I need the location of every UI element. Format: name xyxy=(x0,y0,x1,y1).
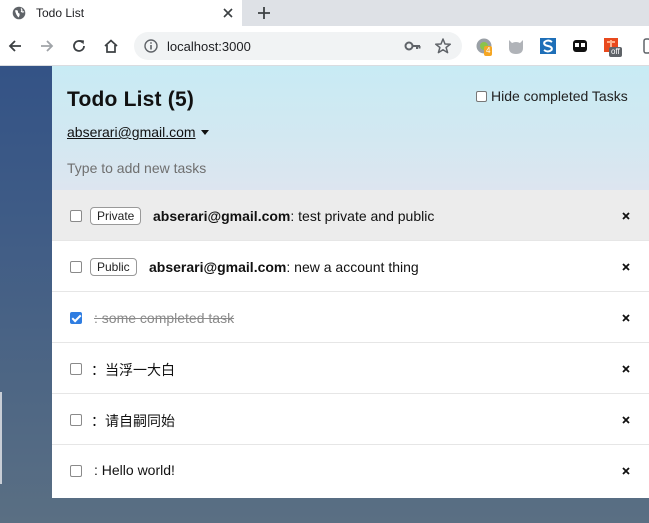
new-tab-button[interactable] xyxy=(254,3,274,23)
browser-toolbar: localhost:3000 4 off xyxy=(0,26,649,66)
todo-app: Todo List (5) Hide completed Tasks abser… xyxy=(52,66,649,498)
task-checkbox[interactable] xyxy=(70,414,82,426)
extension-badge: off xyxy=(609,47,622,57)
close-icon xyxy=(622,314,630,322)
task-text: ：当浮一大白 xyxy=(91,360,175,380)
task-owner: abserari@gmail.com xyxy=(153,208,291,224)
url-text[interactable]: localhost:3000 xyxy=(167,39,251,54)
arrow-left-icon xyxy=(8,40,21,52)
task-separator: ： xyxy=(91,413,105,429)
page-title: Todo List (5) xyxy=(67,88,195,111)
task-text: ：请自嗣同始 xyxy=(91,411,175,431)
task-separator: ： xyxy=(91,362,105,378)
hide-completed-label: Hide completed Tasks xyxy=(491,88,628,104)
task-row: ：当浮一大白 xyxy=(52,343,649,394)
task-checkbox[interactable] xyxy=(70,312,82,324)
task-separator: : xyxy=(286,259,295,275)
task-checkbox[interactable] xyxy=(70,465,82,477)
extension-cat-icon[interactable] xyxy=(506,36,526,56)
window-edge xyxy=(0,392,2,484)
account-email[interactable]: abserari@gmail.com xyxy=(67,124,196,140)
close-icon xyxy=(622,467,630,475)
task-label: new a account thing xyxy=(294,259,419,275)
tab-title: Todo List xyxy=(36,6,85,20)
star-icon[interactable] xyxy=(434,37,452,55)
close-icon xyxy=(622,263,630,271)
task-separator: : xyxy=(94,462,102,478)
hide-completed-toggle[interactable]: Hide completed Tasks xyxy=(476,88,628,104)
task-row: : Hello world! xyxy=(52,445,649,496)
account-dropdown[interactable]: abserari@gmail.com xyxy=(67,124,209,140)
task-row: : some completed task xyxy=(52,292,649,343)
task-owner: abserari@gmail.com xyxy=(149,259,287,275)
hide-completed-checkbox[interactable] xyxy=(476,90,487,102)
close-icon xyxy=(622,416,630,424)
task-label: test private and public xyxy=(298,208,435,224)
task-text: abserari@gmail.com: test private and pub… xyxy=(153,208,434,224)
task-label: some completed task xyxy=(101,310,235,326)
task-text: abserari@gmail.com: new a account thing xyxy=(149,259,419,275)
delete-task-button[interactable] xyxy=(620,210,632,222)
new-task-input[interactable]: Type to add new tasks xyxy=(67,160,206,176)
delete-task-button[interactable] xyxy=(620,414,632,426)
task-row: Public abserari@gmail.com: new a account… xyxy=(52,241,649,292)
task-checkbox[interactable] xyxy=(70,261,82,273)
extension-partial-icon[interactable] xyxy=(638,36,649,56)
reload-icon xyxy=(73,40,85,52)
extension-badge: 4 xyxy=(484,46,493,56)
task-separator: : xyxy=(94,310,102,326)
task-checkbox[interactable] xyxy=(70,363,82,375)
app-header: Todo List (5) Hide completed Tasks abser… xyxy=(52,66,649,190)
task-row: Private abserari@gmail.com: test private… xyxy=(52,190,649,241)
task-checkbox[interactable] xyxy=(70,210,82,222)
task-label: 当浮一大白 xyxy=(105,362,175,378)
task-label: 请自嗣同始 xyxy=(105,413,175,429)
browser-tab-strip: Todo List xyxy=(0,0,649,26)
home-icon xyxy=(104,39,118,53)
task-text: : some completed task xyxy=(94,310,234,326)
home-button[interactable] xyxy=(100,35,122,57)
task-text: : Hello world! xyxy=(94,462,175,478)
extension-s-icon[interactable] xyxy=(538,36,558,56)
reload-button[interactable] xyxy=(68,35,90,57)
back-button[interactable] xyxy=(4,35,26,57)
task-list: Private abserari@gmail.com: test private… xyxy=(52,190,649,496)
close-icon xyxy=(622,365,630,373)
delete-task-button[interactable] xyxy=(620,465,632,477)
plus-icon xyxy=(258,7,270,19)
browser-tab[interactable]: Todo List xyxy=(0,0,242,26)
close-icon xyxy=(622,212,630,220)
task-label: Hello world! xyxy=(101,462,175,478)
privacy-toggle-button[interactable]: Private xyxy=(90,207,142,225)
extension-ghost-icon[interactable] xyxy=(570,36,590,56)
delete-task-button[interactable] xyxy=(620,312,632,324)
privacy-toggle-button[interactable]: Public xyxy=(90,258,137,276)
extension-red-icon[interactable]: off xyxy=(602,36,622,57)
forward-button[interactable] xyxy=(36,35,58,57)
arrow-right-icon xyxy=(41,40,54,52)
info-icon[interactable] xyxy=(144,39,158,53)
globe-icon xyxy=(12,6,26,20)
close-tab-icon[interactable] xyxy=(220,5,236,21)
key-icon[interactable] xyxy=(404,38,422,54)
task-row: ：请自嗣同始 xyxy=(52,394,649,445)
delete-task-button[interactable] xyxy=(620,363,632,375)
extension-green-icon[interactable]: 4 xyxy=(474,36,494,56)
delete-task-button[interactable] xyxy=(620,261,632,273)
address-bar[interactable]: localhost:3000 xyxy=(134,32,462,60)
caret-down-icon[interactable] xyxy=(200,129,209,135)
task-separator: : xyxy=(290,208,299,224)
